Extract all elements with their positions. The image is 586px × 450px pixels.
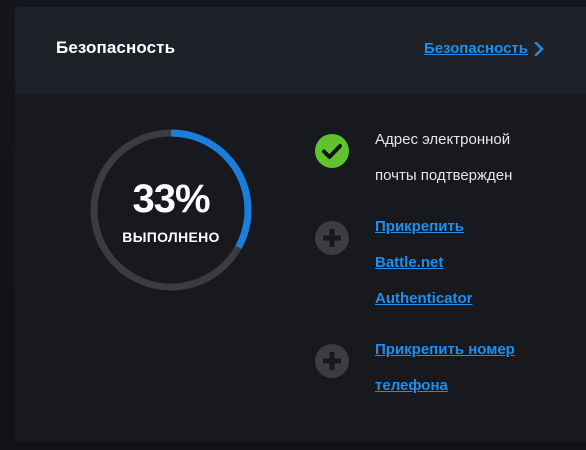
authenticator-link-line-3: Authenticator — [375, 290, 473, 307]
attach-phone-link[interactable]: Прикрепить номер телефона — [375, 332, 572, 404]
panel-title: Безопасность — [56, 38, 176, 57]
security-link-label: Безопасность — [423, 40, 528, 57]
phone-link-line-1: Прикрепить номер — [375, 341, 515, 358]
email-status-line-1: Адрес электронной — [375, 131, 511, 148]
authenticator-link-line-2: Battle.net — [375, 254, 444, 271]
panel-header: Безопасность Безопасность — [15, 7, 586, 94]
security-panel: Безопасность Безопасность 33% ВЫПОЛНЕНО — [15, 7, 586, 442]
phone-link-line-2: телефона — [375, 377, 448, 394]
plus-circle-icon[interactable] — [315, 344, 349, 378]
check-circle-icon — [315, 134, 349, 168]
plus-circle-icon[interactable] — [315, 221, 349, 255]
panel-body: 33% ВЫПОЛНЕНО Адрес электронной почты по… — [15, 94, 586, 442]
progress-caption: ВЫПОЛНЕНО — [122, 229, 220, 245]
authenticator-link-line-1: Прикрепить — [375, 218, 465, 235]
email-status-line-2: почты подтвержден — [375, 167, 513, 184]
security-link[interactable]: Безопасность — [424, 40, 545, 57]
security-checklist: Адрес электронной почты подтвержден Прик… — [312, 122, 572, 404]
checklist-item-phone: Прикрепить номер телефона — [312, 332, 572, 404]
progress-percent: 33% — [132, 177, 210, 221]
chevron-right-icon — [533, 40, 545, 57]
checklist-item-authenticator: Прикрепить Battle.net Authenticator — [312, 209, 572, 317]
attach-authenticator-link[interactable]: Прикрепить Battle.net Authenticator — [375, 209, 572, 317]
checklist-item-email: Адрес электронной почты подтвержден — [312, 122, 572, 194]
completion-progress-ring: 33% ВЫПОЛНЕНО — [90, 129, 252, 291]
